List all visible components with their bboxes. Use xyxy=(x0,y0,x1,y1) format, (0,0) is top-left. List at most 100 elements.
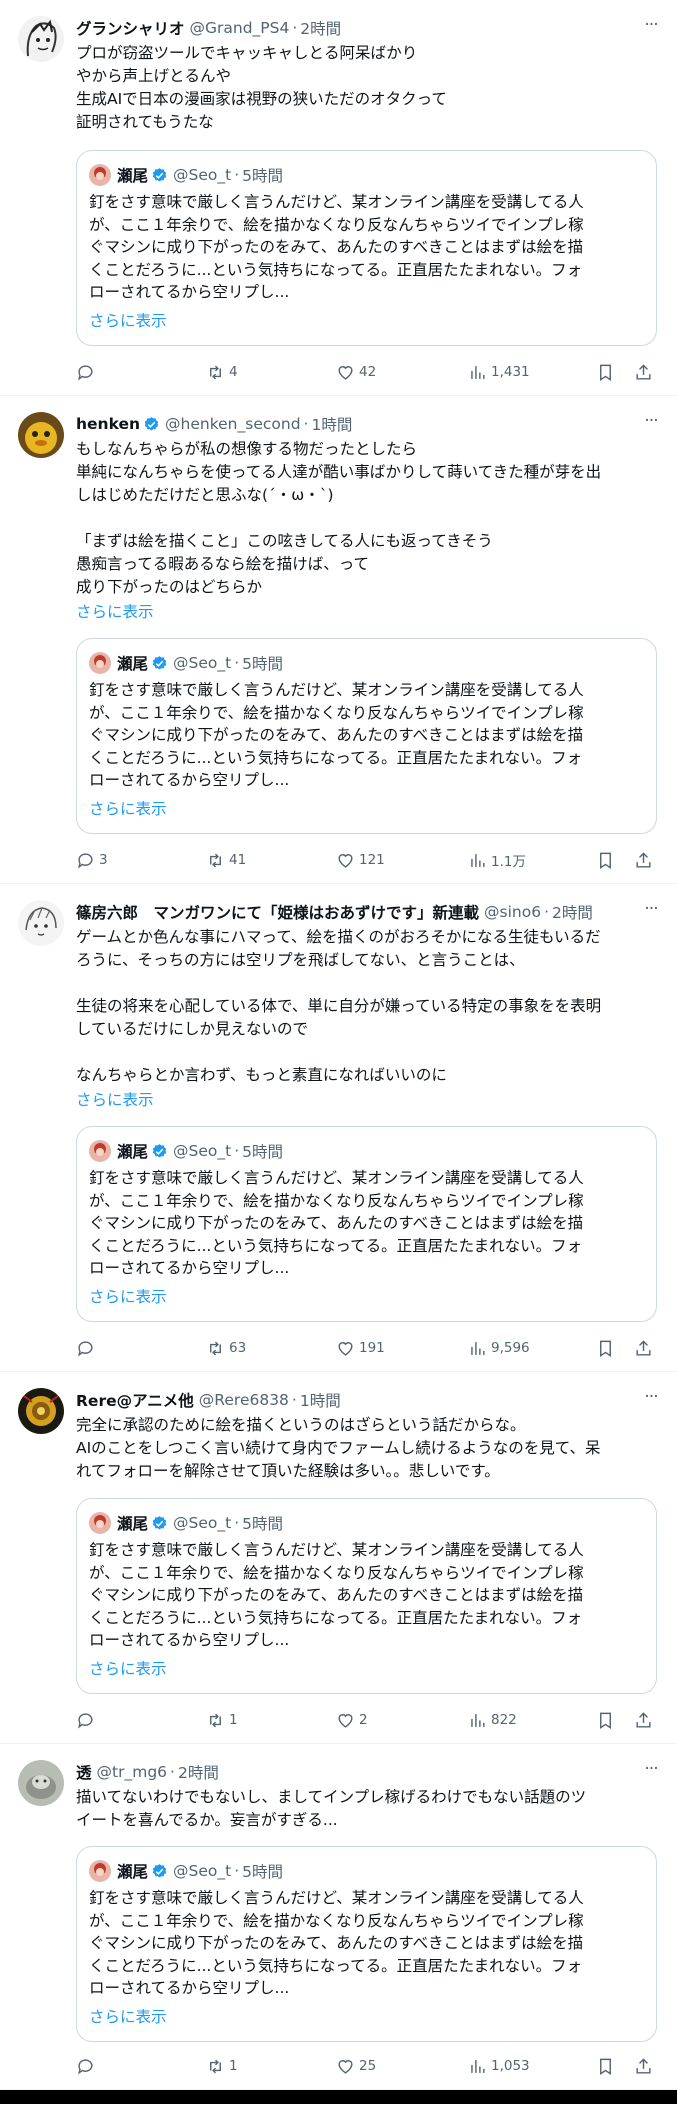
quote-text-line: ローされてるから空リプし... xyxy=(89,283,290,301)
reply-icon xyxy=(78,364,93,381)
views-button[interactable]: 1.1万 xyxy=(468,848,526,872)
quote-header: 瀬尾 @Seo_t · 5時間 xyxy=(89,651,283,675)
action-bar: 1 25 1,053 xyxy=(76,2054,661,2078)
quote-text-line: くことだろうに...という気持ちになってる。正直居たたまれない。フォ xyxy=(89,1956,583,1975)
quote-avatar xyxy=(89,164,111,186)
author-name[interactable]: 篠房六郎 マンガワンにて「姫様はおあずけです」新連載 xyxy=(76,901,479,923)
reply-button[interactable] xyxy=(76,1708,99,1732)
author-handle[interactable]: @henken_second xyxy=(165,415,301,433)
tweet[interactable]: henken @henken_second · 1時間 ··· もしなんちゃらが… xyxy=(0,396,677,884)
quote-show-more-link[interactable]: さらに表示 xyxy=(89,2005,167,2027)
share-button[interactable] xyxy=(634,1336,657,1360)
timestamp[interactable]: 2時間 xyxy=(552,901,593,923)
quote-text: 釘をさす意味で厳しく言うんだけど、某オンライン講座を受講してる人 が、ここ１年余… xyxy=(89,1887,646,2000)
reply-button[interactable] xyxy=(76,2054,99,2078)
tweet-text-line: 生徒の将来を心配している体で、単に自分が嫌っている特定の事象をを表明 xyxy=(76,997,602,1015)
tweet[interactable]: 透 @tr_mg6 · 2時間 ··· 描いてないわけでもないし、ましてインプレ… xyxy=(0,1744,677,2090)
quote-tweet[interactable]: 瀬尾 @Seo_t · 5時間 釘をさす意味で厳しく言うんだけど、某オンライン講… xyxy=(76,1846,657,2042)
show-more-link[interactable]: さらに表示 xyxy=(76,1088,154,1110)
like-button[interactable]: 42 xyxy=(336,360,376,384)
show-more-link[interactable]: さらに表示 xyxy=(76,600,154,622)
timestamp[interactable]: 1時間 xyxy=(300,1389,341,1411)
quote-show-more-link[interactable]: さらに表示 xyxy=(89,1285,167,1307)
views-button[interactable]: 9,596 xyxy=(468,1336,530,1360)
quote-show-more-link[interactable]: さらに表示 xyxy=(89,1657,167,1679)
more-icon[interactable]: ··· xyxy=(641,1389,661,1410)
reply-button[interactable] xyxy=(76,1336,99,1360)
share-icon xyxy=(636,851,651,868)
quote-text: 釘をさす意味で厳しく言うんだけど、某オンライン講座を受講してる人 が、ここ１年余… xyxy=(89,679,646,792)
tweet-text: 描いてないわけでもないし、ましてインプレ稼げるわけでもない話題のツ イートを喜ん… xyxy=(76,1786,661,1832)
retweet-icon xyxy=(210,1713,221,1727)
bookmark-button[interactable] xyxy=(596,1708,619,1732)
quote-text-line: が、ここ１年余りで、絵を描かなくなり反なんちゃらツイでインプレ稼 xyxy=(89,703,584,722)
reply-button[interactable] xyxy=(76,360,99,384)
share-button[interactable] xyxy=(634,848,657,872)
avatar[interactable] xyxy=(18,1760,64,1806)
retweet-button[interactable]: 63 xyxy=(206,1336,246,1360)
quote-tweet[interactable]: 瀬尾 @Seo_t · 5時間 釘をさす意味で厳しく言うんだけど、某オンライン講… xyxy=(76,1498,657,1694)
avatar[interactable] xyxy=(18,16,64,62)
tweet[interactable]: Rere@アニメ他 @Rere6838 · 1時間 ··· 完全に承認のために絵… xyxy=(0,1372,677,1744)
quote-show-more-link[interactable]: さらに表示 xyxy=(89,797,167,819)
quote-tweet[interactable]: 瀬尾 @Seo_t · 5時間 釘をさす意味で厳しく言うんだけど、某オンライン講… xyxy=(76,1126,657,1322)
author-handle[interactable]: @Rere6838 xyxy=(199,1391,289,1409)
share-button[interactable] xyxy=(634,2054,657,2078)
like-button[interactable]: 191 xyxy=(336,1336,385,1360)
retweet-count: 41 xyxy=(229,852,247,868)
views-button[interactable]: 822 xyxy=(468,1708,517,1732)
author-name[interactable]: 透 xyxy=(76,1761,92,1783)
more-icon[interactable]: ··· xyxy=(641,413,661,434)
timestamp[interactable]: 1時間 xyxy=(311,413,352,435)
quote-text-line: 釘をさす意味で厳しく言うんだけど、某オンライン講座を受講してる人 xyxy=(89,1889,584,1907)
like-count: 121 xyxy=(359,852,385,868)
quote-show-more-link[interactable]: さらに表示 xyxy=(89,309,167,331)
tweet-text-line: AIのことをしつこく言い続けて身内でファームし続けるようなのを見て、呆 xyxy=(76,1439,601,1457)
like-button[interactable]: 2 xyxy=(336,1708,368,1732)
author-handle[interactable]: @Grand_PS4 xyxy=(190,19,290,37)
like-button[interactable]: 25 xyxy=(336,2054,376,2078)
quote-tweet[interactable]: 瀬尾 @Seo_t · 5時間 釘をさす意味で厳しく言うんだけど、某オンライン講… xyxy=(76,150,657,346)
quote-text-line: 釘をさす意味で厳しく言うんだけど、某オンライン講座を受講してる人 xyxy=(89,1541,584,1559)
retweet-button[interactable]: 1 xyxy=(206,1708,238,1732)
reply-button[interactable]: 3 xyxy=(76,848,108,872)
quote-timestamp: 5時間 xyxy=(242,1143,284,1161)
retweet-button[interactable]: 41 xyxy=(206,848,246,872)
share-button[interactable] xyxy=(634,360,657,384)
retweet-icon xyxy=(210,1341,221,1355)
views-button[interactable]: 1,053 xyxy=(468,2054,530,2078)
author-handle[interactable]: @tr_mg6 xyxy=(97,1763,168,1781)
author-name[interactable]: グランシャリオ xyxy=(76,17,185,39)
quote-author-name: 瀬尾 xyxy=(117,1515,149,1533)
author-handle[interactable]: @sino6 xyxy=(484,903,541,921)
tweet-text-line: 「まずは絵を描くこと」この呟きしてる人にも返ってきそう xyxy=(76,532,493,550)
timestamp[interactable]: 2時間 xyxy=(300,17,341,39)
avatar[interactable] xyxy=(18,412,64,458)
like-count: 191 xyxy=(359,1340,385,1356)
tweet[interactable]: グランシャリオ @Grand_PS4 · 2時間 ··· プロが窃盗ツールでキャ… xyxy=(0,0,677,396)
views-count: 1.1万 xyxy=(491,854,526,870)
views-button[interactable]: 1,431 xyxy=(468,360,530,384)
bookmark-button[interactable] xyxy=(596,2054,619,2078)
timestamp[interactable]: 2時間 xyxy=(178,1761,219,1783)
bookmark-button[interactable] xyxy=(596,848,619,872)
tweet-text-line: 描いてないわけでもないし、ましてインプレ稼げるわけでもない話題のツ xyxy=(76,1788,587,1806)
quote-timestamp: 5時間 xyxy=(242,167,284,185)
avatar[interactable] xyxy=(18,900,64,946)
retweet-button[interactable]: 1 xyxy=(206,2054,238,2078)
avatar[interactable] xyxy=(18,1388,64,1434)
tweet-text-line: 成り下がったのはどちらか xyxy=(76,578,263,596)
author-name[interactable]: Rere@アニメ他 xyxy=(76,1389,194,1411)
author-name[interactable]: henken xyxy=(76,415,140,433)
bookmark-button[interactable] xyxy=(596,1336,619,1360)
more-icon[interactable]: ··· xyxy=(641,17,661,38)
tweet-text-line: やから声上げとるんや xyxy=(76,67,232,85)
retweet-button[interactable]: 4 xyxy=(206,360,238,384)
bookmark-button[interactable] xyxy=(596,360,619,384)
more-icon[interactable]: ··· xyxy=(641,1761,661,1782)
like-button[interactable]: 121 xyxy=(336,848,385,872)
tweet[interactable]: 篠房六郎 マンガワンにて「姫様はおあずけです」新連載 @sino6 · 2時間 … xyxy=(0,884,677,1372)
share-button[interactable] xyxy=(634,1708,657,1732)
more-icon[interactable]: ··· xyxy=(641,901,661,922)
quote-tweet[interactable]: 瀬尾 @Seo_t · 5時間 釘をさす意味で厳しく言うんだけど、某オンライン講… xyxy=(76,638,657,834)
